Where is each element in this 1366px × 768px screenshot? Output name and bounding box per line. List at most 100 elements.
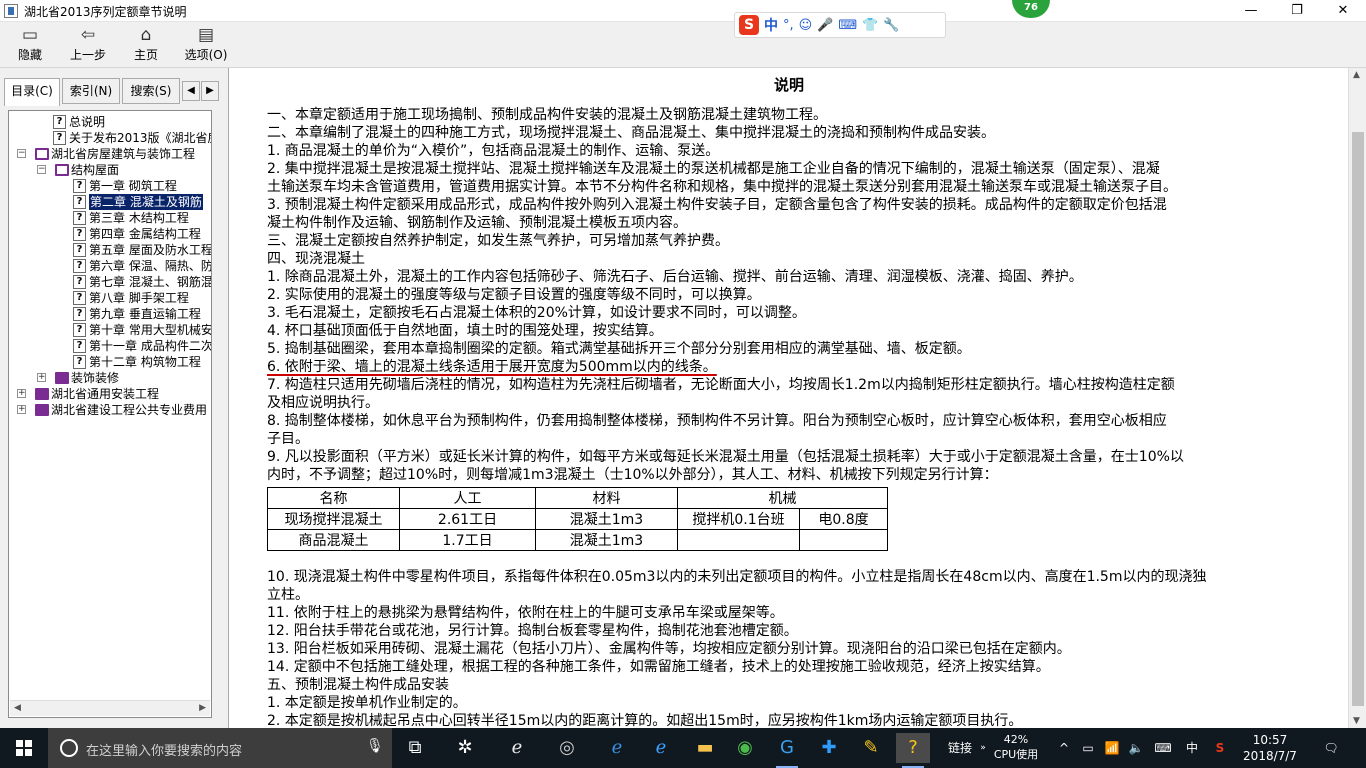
tree-item-label: 湖北省房屋建筑与装饰工程 — [51, 147, 196, 161]
keyboard-icon[interactable]: ⌨ — [838, 18, 857, 33]
file-explorer-icon[interactable]: ▬ — [688, 733, 722, 763]
touch-keyboard-icon[interactable]: ⌨ — [1150, 728, 1176, 768]
punctuation-icon[interactable]: °, — [783, 18, 794, 33]
help-page-icon: ? — [73, 275, 86, 289]
restore-button[interactable]: ❐ — [1274, 0, 1320, 22]
input-language-indicator[interactable]: 中 — [1182, 728, 1202, 768]
page-title: 说明 — [773, 76, 804, 94]
volume-icon[interactable]: 🔈 — [1126, 728, 1146, 768]
tree-horizontal-scrollbar[interactable]: ◀ ▶ — [10, 700, 210, 716]
notification-center-icon[interactable]: 🗨 — [1318, 728, 1344, 768]
microphone-icon[interactable]: 🎤 — [817, 18, 833, 33]
scroll-left-icon[interactable]: ◀ — [14, 703, 21, 713]
skin-icon[interactable]: 👕 — [862, 18, 878, 33]
tab-scroll-left-icon[interactable]: ◀ — [182, 81, 200, 101]
expand-icon[interactable]: + — [17, 405, 26, 414]
content-vertical-scrollbar[interactable]: ▲ ▼ — [1348, 68, 1366, 728]
home-button[interactable]: ⌂ 主页 — [118, 24, 174, 66]
tree-item-label: 第三章 木结构工程 — [89, 211, 189, 225]
start-button[interactable] — [0, 728, 48, 768]
links-chevron-icon[interactable]: » — [978, 728, 988, 768]
options-icon: ▤ — [197, 25, 215, 45]
table-header-cell: 机械 — [677, 487, 888, 509]
network-icon[interactable]: 📶 — [1102, 728, 1122, 768]
collapse-icon[interactable]: − — [17, 149, 26, 158]
tab-scroll-right-icon[interactable]: ▶ — [201, 81, 219, 101]
help-page-icon: ? — [73, 307, 86, 321]
help-page-icon: ? — [73, 195, 86, 209]
spiral-app-icon[interactable]: ◎ — [550, 733, 584, 763]
links-toolbar[interactable]: 链接 — [940, 728, 980, 768]
emoji-icon[interactable]: ☺ — [799, 18, 813, 33]
labor-material-table: 名称 人工 材料 机械 现场搅拌混凝土 2.61工日 混凝土1m3 搅拌机0.1… — [267, 487, 888, 551]
doc-paragraph: 14. 定额中不包括施工缝处理，根据工程的各种施工条件，如需留施工缝者，技术上的… — [267, 659, 1050, 675]
360-browser-icon[interactable]: ◉ — [728, 733, 762, 763]
expand-icon[interactable]: + — [17, 389, 26, 398]
help-viewer-task-icon[interactable]: ? — [896, 733, 930, 768]
sogou-tray-icon[interactable]: S — [1208, 728, 1232, 768]
table-cell: 搅拌机0.1台班 — [677, 508, 800, 530]
expand-icon[interactable]: + — [37, 373, 46, 382]
taskbar: 在这里输入你要搜索的内容 🎙 ⧉ ✲ ℯ ◎ ℯ ℯ ▬ ◉ G ✚ ✎ ? 链… — [0, 728, 1366, 768]
scroll-down-icon[interactable]: ▼ — [1353, 716, 1360, 726]
doc-paragraph: 2. 实际使用的混凝土的强度等级与定额子目设置的强度等级不同时，可以换算。 — [267, 287, 761, 303]
blue-app-icon[interactable]: ✚ — [812, 733, 846, 763]
doc-paragraph: 9. 凡以投影面积（平方米）或延长米计算的构件，如每平方米或每延长米混凝土用量（… — [267, 449, 1184, 465]
fan-app-icon[interactable]: ✲ — [448, 733, 482, 763]
doc-paragraph: 立柱。 — [267, 587, 309, 603]
edge-browser-icon[interactable]: ℯ — [600, 733, 634, 763]
hide-button[interactable]: ▭ 隐藏 — [2, 24, 58, 66]
minimize-button[interactable]: — — [1228, 0, 1274, 22]
cpu-label: CPU使用 — [993, 748, 1039, 761]
help-page-icon: ? — [73, 291, 86, 305]
doc-paragraph: 13. 阳台栏板如采用砖砌、混凝土漏花（包括小刀片）、金属构件等，均按相应定额分… — [267, 641, 1071, 657]
taskbar-search[interactable]: 在这里输入你要搜索的内容 🎙 — [48, 728, 392, 768]
back-button[interactable]: ⇦ 上一步 — [60, 24, 116, 66]
doc-paragraph: 子目。 — [267, 431, 309, 447]
internet-explorer-icon[interactable]: ℯ — [644, 733, 678, 763]
help-page-icon: ? — [53, 115, 66, 129]
table-cell: 2.61工日 — [399, 508, 536, 530]
table-cell — [677, 529, 800, 551]
cpu-usage-widget[interactable]: 42% CPU使用 — [990, 732, 1042, 762]
scroll-up-icon[interactable]: ▲ — [1353, 70, 1360, 80]
content-pane: 说明 一、本章定额适用于施工现场搗制、预制成品构件安装的混凝土及钢筋混凝土建筑物… — [228, 68, 1348, 728]
home-icon: ⌂ — [140, 25, 152, 45]
tree-item-label: 第七章 混凝土、钢筋混 — [89, 275, 212, 289]
ie-browser-icon[interactable]: ℯ — [500, 733, 534, 763]
tab-index[interactable]: 索引(N) — [62, 78, 120, 104]
tree-item-label: 第八章 脚手架工程 — [89, 291, 189, 305]
doc-paragraph: 11. 依附于柱上的悬挑梁为悬臂结构件，依附在柱上的牛腿可支承吊车梁或屋架等。 — [267, 605, 784, 621]
options-button[interactable]: ▤ 选项(O) — [178, 24, 234, 66]
collapse-icon[interactable]: − — [37, 165, 46, 174]
task-view-icon[interactable]: ⧉ — [398, 733, 432, 763]
scroll-right-icon[interactable]: ▶ — [199, 703, 206, 713]
help-window: 湖北省2013序列定额章节说明 — ❐ ✕ S 中 °, ☺ 🎤 ⌨ 👕 🔧 7… — [0, 0, 1366, 728]
show-hidden-icons-icon[interactable]: ^ — [1056, 728, 1072, 768]
doc-paragraph: 12. 阳台扶手带花台或花池，另行计算。捣制台板套零星构件，捣制花池套池槽定额。 — [267, 623, 798, 639]
doc-paragraph: 6. 依附于梁、墙上的混凝土线条适用于展开宽度为500mm以内的线条。 — [267, 359, 717, 375]
clock[interactable]: 10:57 2018/7/7 — [1238, 732, 1302, 764]
tree-item-label: 第一章 砌筑工程 — [89, 179, 177, 193]
doc-paragraph: 4. 杯口基础顶面低于自然地面，填土时的围笼处理，按实结算。 — [267, 323, 663, 339]
battery-icon[interactable]: ▭ — [1078, 728, 1098, 768]
doc-paragraph: 四、现浇混凝土 — [267, 251, 365, 267]
doc-paragraph: 2. 集中搅拌混凝土是按混凝土搅拌站、混凝土搅拌输送车及混凝土的泵送机械都是施工… — [267, 161, 1160, 177]
sogou-logo-icon[interactable]: S — [739, 15, 759, 35]
table-row: 商品混凝土 1.7工日 混凝土1m3 — [267, 529, 888, 551]
close-button[interactable]: ✕ — [1320, 0, 1366, 22]
ime-language-toggle[interactable]: 中 — [764, 15, 778, 35]
tab-search[interactable]: 搜索(S) — [122, 78, 180, 104]
scroll-thumb[interactable] — [1352, 132, 1364, 706]
tools-icon[interactable]: 🔧 — [883, 18, 899, 33]
microphone-icon[interactable]: 🎙 — [366, 738, 384, 754]
help-page-icon: ? — [73, 243, 86, 257]
doc-paragraph: 2. 本定额是按机械起吊点中心回转半径15m以内的距离计算的。如超出15m时，应… — [267, 713, 1023, 728]
tab-contents[interactable]: 目录(C) — [4, 78, 60, 106]
book-icon — [35, 404, 49, 416]
search-input[interactable]: 在这里输入你要搜索的内容 — [86, 740, 242, 759]
g-app-icon[interactable]: G — [770, 733, 804, 768]
book-icon — [55, 372, 69, 384]
notepad-app-icon[interactable]: ✎ — [854, 733, 888, 763]
tree-item-label: 总说明 — [69, 115, 106, 129]
